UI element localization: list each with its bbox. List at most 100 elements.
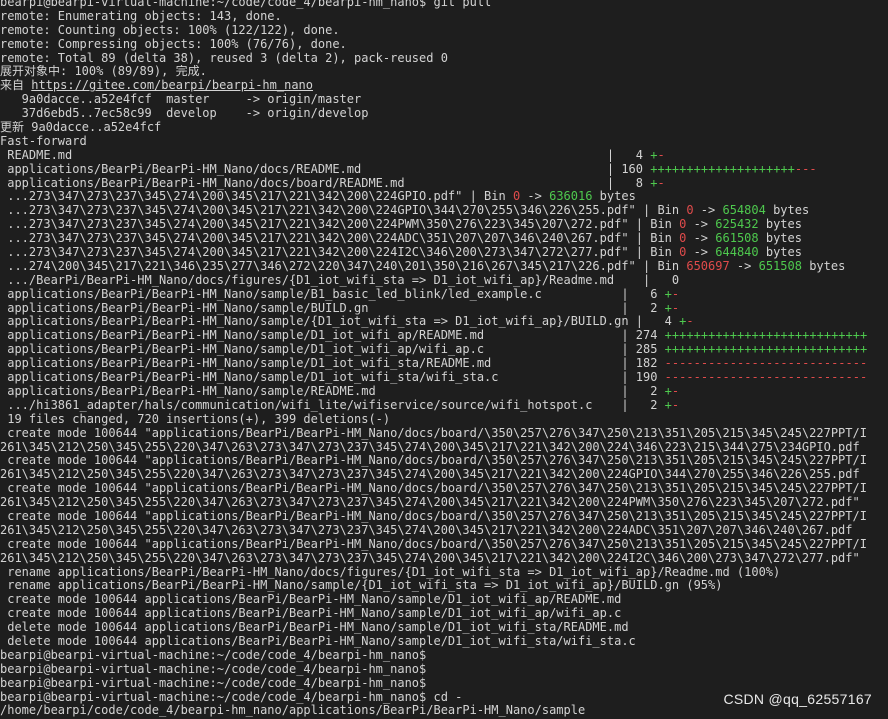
terminal-line: applications/BearPi/BearPi-HM_Nano/sampl… xyxy=(0,315,888,329)
terminal-line-text: /home/bearpi/code/code_4/bearpi-hm_nano/… xyxy=(0,704,586,718)
terminal-line-text: create mode 100644 "applications/BearPi/… xyxy=(0,509,867,523)
diffstat-bar: ---------------------------- xyxy=(664,371,868,385)
terminal-line: remote: Compressing objects: 100% (76/76… xyxy=(0,38,888,52)
terminal-window[interactable]: bearpi@bearpi-virtual-machine:~/code/cod… xyxy=(0,0,888,719)
terminal-line: 更新 9a0dacce..a52e4fcf xyxy=(0,121,888,135)
terminal-line: applications/BearPi/BearPi-HM_Nano/sampl… xyxy=(0,385,888,399)
terminal-line-text: bearpi@bearpi-virtual-machine:~/code/cod… xyxy=(0,648,427,662)
terminal-line-text: ...273\347\273\237\345\274\200\345\217\2… xyxy=(0,218,680,232)
terminal-line-text: ...273\347\273\237\345\274\200\345\217\2… xyxy=(0,246,680,260)
terminal-line: create mode 100644 "applications/BearPi/… xyxy=(0,482,888,496)
terminal-line-text: bearpi@bearpi-virtual-machine:~/code/cod… xyxy=(0,0,492,9)
binary-size-change: 0 -> 644840 bytes xyxy=(679,246,802,260)
terminal-line: applications/BearPi/BearPi-HM_Nano/docs/… xyxy=(0,177,888,191)
terminal-line: 37d6ebd5..7ec58c99 develop -> origin/dev… xyxy=(0,107,888,121)
terminal-line: create mode 100644 "applications/BearPi/… xyxy=(0,538,888,552)
terminal-line: ...273\347\273\237\345\274\200\345\217\2… xyxy=(0,218,888,232)
terminal-line: applications/BearPi/BearPi-HM_Nano/docs/… xyxy=(0,163,888,177)
terminal-line-text: applications/BearPi/BearPi-HM_Nano/sampl… xyxy=(0,384,665,398)
terminal-line-text: delete mode 100644 applications/BearPi/B… xyxy=(0,621,629,635)
terminal-line: applications/BearPi/BearPi-HM_Nano/sampl… xyxy=(0,288,888,302)
terminal-line: Fast-forward xyxy=(0,135,888,149)
terminal-line: ...273\347\273\237\345\274\200\345\217\2… xyxy=(0,204,888,218)
terminal-line: ...273\347\273\237\345\274\200\345\217\2… xyxy=(0,232,888,246)
terminal-line: remote: Counting objects: 100% (122/122)… xyxy=(0,24,888,38)
terminal-line-text: applications/BearPi/BearPi-HM_Nano/sampl… xyxy=(0,371,665,385)
terminal-line-text: create mode 100644 applications/BearPi/B… xyxy=(0,593,622,607)
terminal-line-text: ...274\200\345\217\221\346\235\277\346\2… xyxy=(0,259,687,273)
terminal-line: 261\345\212\250\345\255\220\347\263\273\… xyxy=(0,552,888,566)
terminal-line-text: applications/BearPi/BearPi-HM_Nano/sampl… xyxy=(0,343,665,357)
remote-url-link[interactable]: https://gitee.com/bearpi/bearpi-hm_nano xyxy=(31,79,313,92)
terminal-line: 261\345\212\250\345\255\220\347\263\273\… xyxy=(0,524,888,538)
terminal-line-text: 261\345\212\250\345\255\220\347\263\273\… xyxy=(0,468,860,482)
binary-size-change: 650697 -> 651508 bytes xyxy=(686,259,846,273)
diffstat-bar: +- xyxy=(664,398,680,412)
terminal-line-text: create mode 100644 "applications/BearPi/… xyxy=(0,454,867,468)
terminal-line: 19 files changed, 720 insertions(+), 399… xyxy=(0,413,888,427)
terminal-line: applications/BearPi/BearPi-HM_Nano/sampl… xyxy=(0,343,888,357)
terminal-line: applications/BearPi/BearPi-HM_Nano/sampl… xyxy=(0,302,888,316)
terminal-line-text: remote: Counting objects: 100% (122/122)… xyxy=(0,23,340,37)
diffstat-bar: +- xyxy=(664,384,680,398)
terminal-line-text: rename applications/BearPi/BearPi-HM_Nan… xyxy=(0,579,723,593)
terminal-line-text: 261\345\212\250\345\255\220\347\263\273\… xyxy=(0,551,860,565)
terminal-line: 来自 https://gitee.com/bearpi/bearpi-hm_na… xyxy=(0,79,888,93)
terminal-line: .../hi3861_adapter/hals/communication/wi… xyxy=(0,399,888,413)
terminal-line-text: 9a0dacce..a52e4fcf master -> origin/mast… xyxy=(0,93,362,107)
terminal-line-text: 展开对象中: 100% (89/89), 完成. xyxy=(0,65,207,79)
terminal-line: delete mode 100644 applications/BearPi/B… xyxy=(0,635,888,649)
terminal-line-text: remote: Total 89 (delta 38), reused 3 (d… xyxy=(0,51,448,65)
terminal-line-text: 来自 https://gitee.com/bearpi/bearpi-hm_na… xyxy=(0,79,313,93)
terminal-line: 261\345\212\250\345\255\220\347\263\273\… xyxy=(0,496,888,510)
terminal-line-text: ...273\347\273\237\345\274\200\345\217\2… xyxy=(0,204,687,218)
terminal-line-text: .../hi3861_adapter/hals/communication/wi… xyxy=(0,398,665,412)
terminal-line-text: 37d6ebd5..7ec58c99 develop -> origin/dev… xyxy=(0,107,369,121)
terminal-line: ...274\200\345\217\221\346\235\277\346\2… xyxy=(0,260,888,274)
diffstat-bar: +- xyxy=(664,287,680,301)
terminal-line-text: applications/BearPi/BearPi-HM_Nano/sampl… xyxy=(0,301,665,315)
terminal-line: create mode 100644 "applications/BearPi/… xyxy=(0,510,888,524)
terminal-line-text: bearpi@bearpi-virtual-machine:~/code/cod… xyxy=(0,662,427,676)
terminal-line: rename applications/BearPi/BearPi-HM_Nan… xyxy=(0,579,888,593)
terminal-line: create mode 100644 "applications/BearPi/… xyxy=(0,427,888,441)
diffstat-bar: +- xyxy=(679,315,694,329)
terminal-line: 261\345\212\250\345\255\220\347\263\273\… xyxy=(0,468,888,482)
terminal-line-text: rename applications/BearPi/BearPi-HM_Nan… xyxy=(0,565,781,579)
diffstat-bar: +- xyxy=(650,148,665,162)
binary-size-change: 0 -> 661508 bytes xyxy=(679,232,802,246)
diffstat-bar: ++++++++++++++++++++++++++++ xyxy=(664,329,868,343)
terminal-line: ...273\347\273\237\345\274\200\345\217\2… xyxy=(0,246,888,260)
terminal-line: delete mode 100644 applications/BearPi/B… xyxy=(0,621,888,635)
terminal-line: README.md | 4 +- xyxy=(0,149,888,163)
terminal-line: bearpi@bearpi-virtual-machine:~/code/cod… xyxy=(0,649,888,663)
terminal-line-text: applications/BearPi/BearPi-HM_Nano/docs/… xyxy=(0,176,651,190)
terminal-line: 9a0dacce..a52e4fcf master -> origin/mast… xyxy=(0,93,888,107)
terminal-line: applications/BearPi/BearPi-HM_Nano/sampl… xyxy=(0,371,888,385)
binary-size-change: 0 -> 625432 bytes xyxy=(679,218,802,232)
terminal-line: ...273\347\273\237\345\274\200\345\217\2… xyxy=(0,190,888,204)
terminal-line: create mode 100644 applications/BearPi/B… xyxy=(0,593,888,607)
terminal-line-text: delete mode 100644 applications/BearPi/B… xyxy=(0,634,636,648)
binary-size-change: 0 -> 636016 bytes xyxy=(512,190,636,204)
terminal-line: .../BearPi/BearPi-HM_Nano/docs/figures/{… xyxy=(0,274,888,288)
terminal-line-text: README.md | 4 xyxy=(0,148,651,162)
terminal-output: bearpi@bearpi-virtual-machine:~/code/cod… xyxy=(0,0,888,718)
terminal-line-text: 261\345\212\250\345\255\220\347\263\273\… xyxy=(0,523,853,537)
terminal-line-text: .../BearPi/BearPi-HM_Nano/docs/figures/{… xyxy=(0,273,680,287)
terminal-line-text: applications/BearPi/BearPi-HM_Nano/sampl… xyxy=(0,329,665,343)
terminal-line: create mode 100644 "applications/BearPi/… xyxy=(0,454,888,468)
watermark: CSDN @qq_62557167 xyxy=(723,691,872,707)
terminal-line-text: applications/BearPi/BearPi-HM_Nano/sampl… xyxy=(0,287,665,301)
terminal-line: rename applications/BearPi/BearPi-HM_Nan… xyxy=(0,566,888,580)
terminal-line: remote: Enumerating objects: 143, done. xyxy=(0,10,888,24)
diffstat-bar: ++++++++++++++++++++++++++++ xyxy=(664,343,868,357)
diffstat-bar: +- xyxy=(664,301,680,315)
terminal-line-text: remote: Enumerating objects: 143, done. xyxy=(0,9,282,23)
terminal-line-text: bearpi@bearpi-virtual-machine:~/code/cod… xyxy=(0,690,463,704)
terminal-line-text: ...273\347\273\237\345\274\200\345\217\2… xyxy=(0,232,680,246)
diffstat-bar: ---------------------------- xyxy=(664,357,868,371)
binary-size-change: 0 -> 654804 bytes xyxy=(686,204,810,218)
terminal-line: applications/BearPi/BearPi-HM_Nano/sampl… xyxy=(0,357,888,371)
diffstat-bar: ++++++++++++++++++++--- xyxy=(650,162,817,176)
